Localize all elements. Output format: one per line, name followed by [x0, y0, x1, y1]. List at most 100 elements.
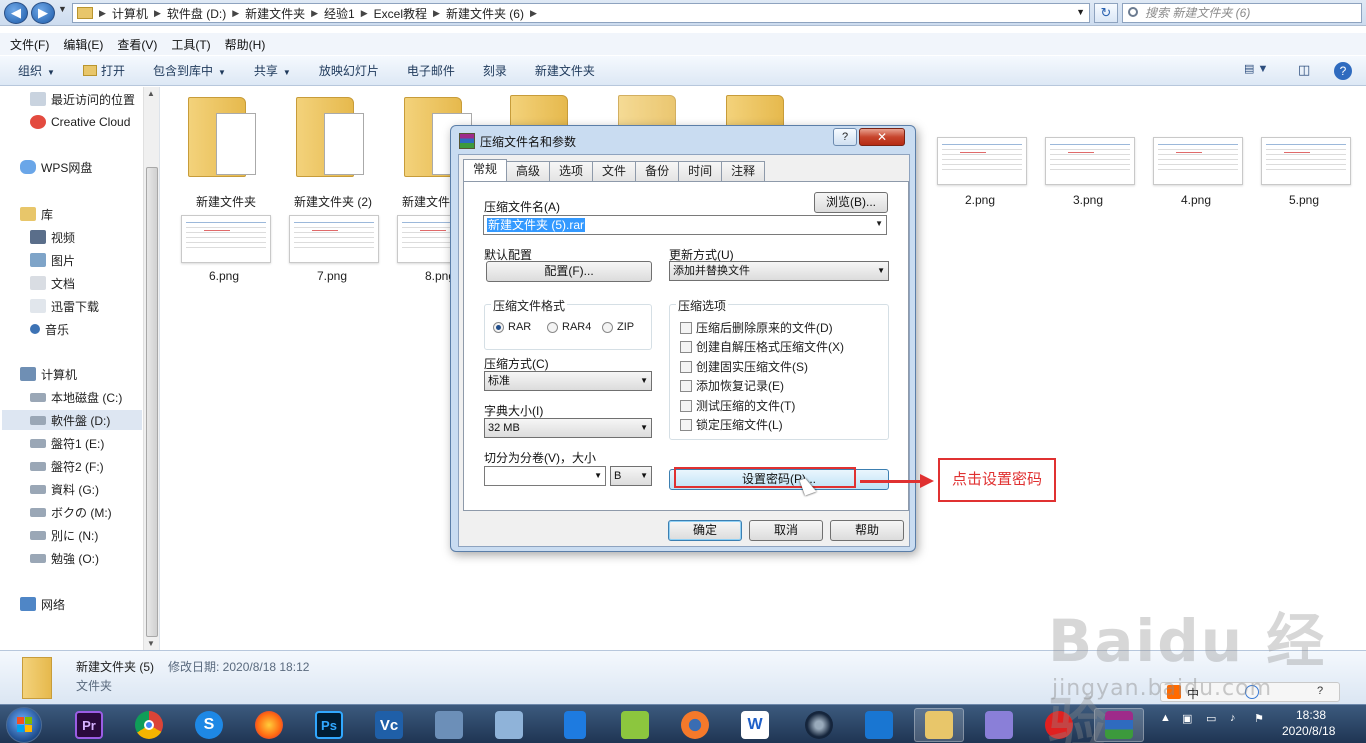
chevron-right-icon[interactable]: ▶	[99, 8, 106, 19]
burn-button[interactable]: 刻录	[483, 62, 507, 79]
taskbar-app-grid[interactable]	[854, 708, 904, 742]
sidebar-item-drive-n[interactable]: 別に (N:)	[30, 525, 98, 545]
delete-after-checkbox[interactable]: 压缩后删除原来的文件(D)	[680, 319, 833, 336]
search-input[interactable]: 搜索 新建文件夹 (6)	[1122, 3, 1362, 23]
tab-general[interactable]: 常规	[463, 159, 508, 181]
sidebar-item-wps[interactable]: WPS网盘	[20, 157, 92, 177]
taskbar-network-tool[interactable]	[424, 708, 474, 742]
crumb-folder[interactable]: 新建文件夹	[239, 5, 311, 22]
format-rar-radio[interactable]: RAR	[493, 321, 531, 333]
taskbar-sogou[interactable]: S	[184, 708, 234, 742]
taskbar-chrome[interactable]	[124, 708, 174, 742]
solid-checkbox[interactable]: 创建固实压缩文件(S)	[680, 358, 808, 375]
taskbar-document-app[interactable]	[550, 708, 600, 742]
format-rar4-radio[interactable]: RAR4	[547, 321, 591, 333]
scroll-up-icon[interactable]: ▲	[147, 89, 155, 98]
archive-name-input[interactable]: 新建文件夹 (5).rar ▼	[483, 215, 887, 235]
image-file-item[interactable]: 4.png	[1151, 137, 1251, 209]
chevron-right-icon[interactable]: ▶	[154, 8, 161, 19]
help-button[interactable]: 帮助	[830, 520, 904, 541]
chevron-right-icon[interactable]: ▶	[361, 8, 368, 19]
recovery-record-checkbox[interactable]: 添加恢复记录(E)	[680, 377, 784, 394]
taskbar-cinema4d[interactable]	[794, 708, 844, 742]
sidebar-item-drive-g[interactable]: 資料 (G:)	[30, 479, 99, 499]
menu-view[interactable]: 查看(V)	[117, 36, 157, 53]
tab-comment[interactable]: 注释	[721, 161, 766, 181]
sidebar-item-drive-e[interactable]: 盤符1 (E:)	[30, 433, 104, 453]
chevron-right-icon[interactable]: ▶	[530, 8, 537, 19]
image-file-item[interactable]: 5.png	[1259, 137, 1359, 209]
sidebar-item-recent[interactable]: 最近访问的位置	[30, 89, 135, 109]
back-button[interactable]: ◀	[4, 2, 28, 24]
preview-pane-icon[interactable]: ◫	[1298, 62, 1310, 78]
taskbar-premiere[interactable]: Pr	[64, 708, 114, 742]
breadcrumb[interactable]: ▶ 计算机 ▶ 软件盘 (D:) ▶ 新建文件夹 ▶ 经验1 ▶ Excel教程…	[72, 3, 1090, 23]
menu-tools[interactable]: 工具(T)	[171, 36, 210, 53]
sidebar-item-network[interactable]: 网络	[20, 594, 65, 614]
dialog-help-button[interactable]: ?	[833, 128, 857, 146]
menu-help[interactable]: 帮助(H)	[225, 36, 266, 53]
sidebar-item-library[interactable]: 库	[20, 204, 53, 224]
chevron-right-icon[interactable]: ▶	[311, 8, 318, 19]
sidebar-item-computer[interactable]: 计算机	[20, 364, 77, 384]
method-select[interactable]: 标准 ▼	[484, 371, 652, 391]
menu-file[interactable]: 文件(F)	[10, 36, 49, 53]
sidebar-item-drive-c[interactable]: 本地磁盘 (C:)	[30, 387, 122, 407]
taskbar-wps[interactable]: W	[730, 708, 780, 742]
taskbar-blender[interactable]	[670, 708, 720, 742]
help-icon[interactable]: ?	[1334, 62, 1352, 80]
ok-button[interactable]: 确定	[668, 520, 742, 541]
menu-edit[interactable]: 编辑(E)	[63, 36, 103, 53]
scrollbar-thumb[interactable]	[146, 167, 158, 637]
format-zip-radio[interactable]: ZIP	[602, 321, 634, 333]
taskbar-diagram-tool[interactable]	[484, 708, 534, 742]
slideshow-button[interactable]: 放映幻灯片	[319, 62, 379, 79]
taskbar-visual-studio-code[interactable]: Vc	[364, 708, 414, 742]
tab-time[interactable]: 时间	[678, 161, 723, 181]
sidebar-item-drive-m[interactable]: ボクの (M:)	[30, 502, 112, 522]
tab-files[interactable]: 文件	[592, 161, 637, 181]
browse-button[interactable]: 浏览(B)...	[814, 192, 888, 213]
crumb-experience[interactable]: 经验1	[318, 5, 361, 22]
sidebar-item-drive-o[interactable]: 勉強 (O:)	[30, 548, 99, 568]
sidebar-item-drive-d[interactable]: 軟件盤 (D:)	[2, 410, 142, 430]
new-folder-button[interactable]: 新建文件夹	[535, 62, 595, 79]
taskbar-explorer[interactable]	[914, 708, 964, 742]
sidebar-item-thunder[interactable]: 迅雷下载	[30, 296, 99, 316]
change-view-icon[interactable]: ▤ ▼	[1244, 62, 1268, 75]
sidebar-item-music[interactable]: 音乐	[30, 319, 69, 339]
taskbar-photoshop[interactable]: Ps	[304, 708, 354, 742]
taskbar-3d-app[interactable]	[610, 708, 660, 742]
sidebar-item-pictures[interactable]: 图片	[30, 250, 75, 270]
sidebar-item-video[interactable]: 视频	[30, 227, 75, 247]
cancel-button[interactable]: 取消	[749, 520, 823, 541]
open-button[interactable]: 打开	[82, 62, 125, 79]
crumb-drive[interactable]: 软件盘 (D:)	[161, 5, 232, 22]
tab-options[interactable]: 选项	[549, 161, 594, 181]
sidebar-item-creative-cloud[interactable]: Creative Cloud	[30, 112, 130, 132]
scroll-down-icon[interactable]: ▼	[147, 639, 155, 648]
update-mode-select[interactable]: 添加并替换文件 ▼	[669, 261, 889, 281]
image-file-item[interactable]: 6.png	[179, 215, 279, 287]
sidebar-item-documents[interactable]: 文档	[30, 273, 75, 293]
taskbar-firefox[interactable]	[244, 708, 294, 742]
test-archive-checkbox[interactable]: 测试压缩的文件(T)	[680, 397, 795, 414]
tab-backup[interactable]: 备份	[635, 161, 680, 181]
sidebar-scrollbar[interactable]: ▲ ▼	[143, 87, 159, 650]
folder-item[interactable]: 新建文件夹	[176, 93, 276, 213]
sidebar-item-drive-f[interactable]: 盤符2 (F:)	[30, 456, 104, 476]
taskbar-cloud-app[interactable]	[974, 708, 1024, 742]
dictionary-select[interactable]: 32 MB ▼	[484, 418, 652, 438]
lock-archive-checkbox[interactable]: 锁定压缩文件(L)	[680, 416, 783, 433]
recent-pages-dropdown-icon[interactable]: ▼	[58, 4, 67, 14]
split-unit-select[interactable]: B ▼	[610, 466, 652, 486]
organize-button[interactable]: 组织 ▼	[18, 62, 55, 79]
share-button[interactable]: 共享 ▼	[254, 62, 291, 79]
split-size-input[interactable]: ▼	[484, 466, 606, 486]
crumb-computer[interactable]: 计算机	[106, 5, 154, 22]
chevron-right-icon[interactable]: ▶	[232, 8, 239, 19]
profiles-button[interactable]: 配置(F)...	[486, 261, 652, 282]
folder-item[interactable]: 新建文件夹 (2)	[284, 93, 384, 213]
email-button[interactable]: 电子邮件	[407, 62, 455, 79]
chevron-down-icon[interactable]: ▼	[1076, 7, 1085, 17]
